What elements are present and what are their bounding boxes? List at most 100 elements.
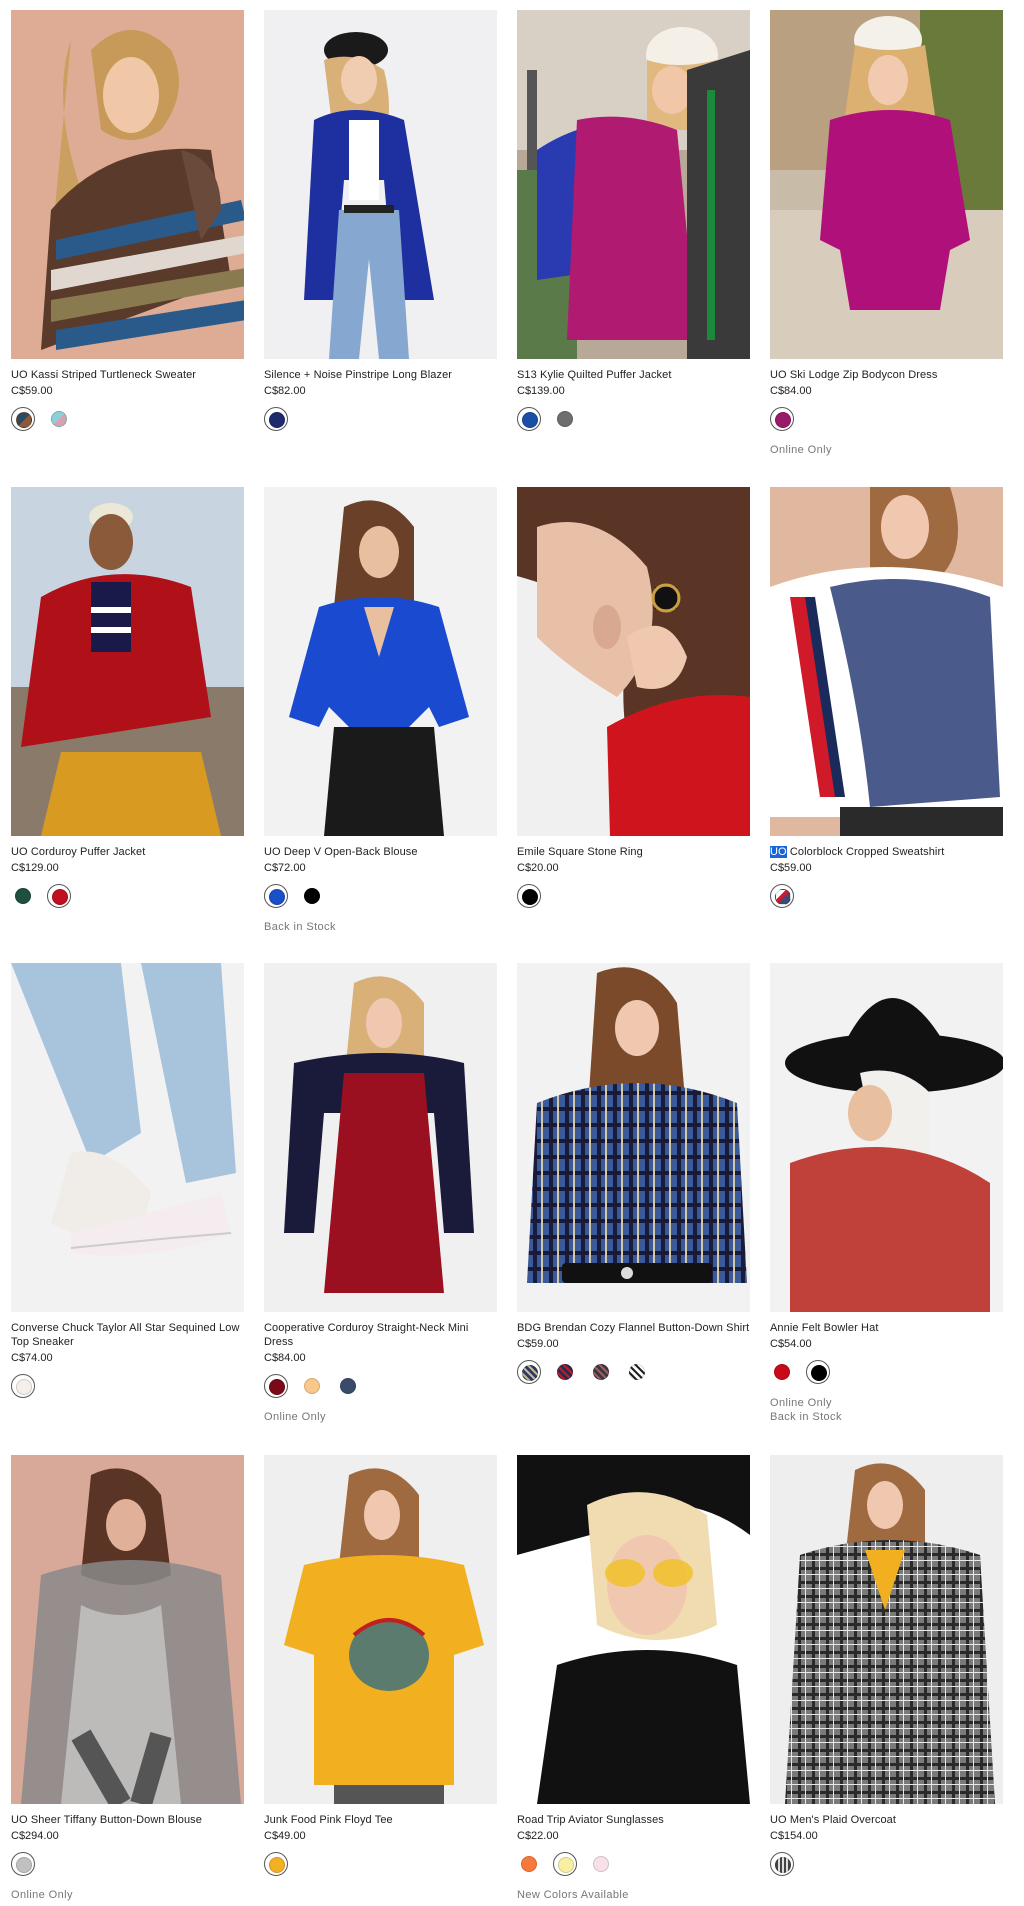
product-name[interactable]: UO Colorblock Cropped Sweatshirt	[770, 845, 1003, 859]
product-card[interactable]: Annie Felt Bowler Hat C$54.00 Online Onl…	[770, 963, 1003, 1424]
color-swatch[interactable]	[300, 1374, 324, 1398]
product-card[interactable]: Converse Chuck Taylor All Star Sequined …	[11, 963, 244, 1398]
color-swatches	[264, 884, 497, 908]
product-image[interactable]	[770, 10, 1003, 359]
product-grid: UO Kassi Striped Turtleneck Sweater C$59…	[0, 0, 1024, 1906]
product-name[interactable]: UO Kassi Striped Turtleneck Sweater	[11, 368, 244, 382]
color-swatch[interactable]	[770, 884, 794, 908]
color-swatches	[517, 884, 750, 908]
product-price: C$84.00	[264, 1352, 306, 1364]
color-swatch[interactable]	[517, 1360, 541, 1384]
product-price: C$154.00	[770, 1830, 818, 1842]
product-name[interactable]: Road Trip Aviator Sunglasses	[517, 1813, 750, 1827]
color-swatch[interactable]	[806, 1360, 830, 1384]
product-image[interactable]	[517, 963, 750, 1312]
color-swatch[interactable]	[11, 407, 35, 431]
color-swatch[interactable]	[517, 884, 541, 908]
product-card[interactable]: UO Men's Plaid Overcoat C$154.00	[770, 1455, 1003, 1876]
color-swatch[interactable]	[300, 884, 324, 908]
color-swatch[interactable]	[517, 407, 541, 431]
product-name[interactable]: Silence + Noise Pinstripe Long Blazer	[264, 368, 497, 382]
product-image[interactable]	[770, 963, 1003, 1312]
product-card[interactable]: BDG Brendan Cozy Flannel Button-Down Shi…	[517, 963, 750, 1384]
product-name[interactable]: Converse Chuck Taylor All Star Sequined …	[11, 1321, 244, 1349]
color-swatch[interactable]	[770, 1852, 794, 1876]
product-photo	[11, 10, 244, 359]
product-name[interactable]: UO Deep V Open-Back Blouse	[264, 845, 497, 859]
product-card[interactable]: UO Corduroy Puffer Jacket C$129.00	[11, 487, 244, 908]
color-swatch[interactable]	[589, 1852, 613, 1876]
product-price: C$74.00	[11, 1352, 53, 1364]
color-swatch[interactable]	[770, 407, 794, 431]
product-image[interactable]	[517, 487, 750, 836]
product-price: C$129.00	[11, 862, 59, 874]
product-card[interactable]: UO Sheer Tiffany Button-Down Blouse C$29…	[11, 1455, 244, 1902]
product-price: C$49.00	[264, 1830, 306, 1842]
product-photo	[517, 487, 750, 836]
product-name[interactable]: UO Sheer Tiffany Button-Down Blouse	[11, 1813, 244, 1827]
color-swatch[interactable]	[11, 884, 35, 908]
color-swatch[interactable]	[553, 1360, 577, 1384]
availability-note: Online Only	[770, 444, 832, 456]
color-swatches	[517, 1852, 750, 1876]
product-card[interactable]: UO Colorblock Cropped Sweatshirt C$59.00	[770, 487, 1003, 908]
product-card[interactable]: Junk Food Pink Floyd Tee C$49.00	[264, 1455, 497, 1876]
product-image[interactable]	[264, 963, 497, 1312]
product-card[interactable]: UO Deep V Open-Back Blouse C$72.00 Back …	[264, 487, 497, 934]
product-card[interactable]: Silence + Noise Pinstripe Long Blazer C$…	[264, 10, 497, 431]
color-swatches	[11, 884, 244, 908]
product-image[interactable]	[11, 10, 244, 359]
product-photo	[517, 1455, 750, 1804]
product-photo	[770, 10, 1003, 359]
color-swatch[interactable]	[11, 1374, 35, 1398]
product-name[interactable]: Junk Food Pink Floyd Tee	[264, 1813, 497, 1827]
color-swatch[interactable]	[11, 1852, 35, 1876]
color-swatch[interactable]	[264, 1374, 288, 1398]
color-swatches	[11, 1374, 244, 1398]
product-card[interactable]: S13 Kylie Quilted Puffer Jacket C$139.00	[517, 10, 750, 431]
product-name[interactable]: BDG Brendan Cozy Flannel Button-Down Shi…	[517, 1321, 750, 1335]
product-image[interactable]	[264, 1455, 497, 1804]
product-price: C$22.00	[517, 1830, 559, 1842]
color-swatch[interactable]	[336, 1374, 360, 1398]
product-name[interactable]: S13 Kylie Quilted Puffer Jacket	[517, 368, 750, 382]
product-image[interactable]	[517, 10, 750, 359]
color-swatch[interactable]	[47, 884, 71, 908]
product-image[interactable]	[11, 487, 244, 836]
color-swatch[interactable]	[770, 1360, 794, 1384]
product-price: C$54.00	[770, 1338, 812, 1350]
color-swatches	[770, 407, 1003, 431]
color-swatch[interactable]	[264, 407, 288, 431]
color-swatches	[770, 1852, 1003, 1876]
product-card[interactable]: Emile Square Stone Ring C$20.00	[517, 487, 750, 908]
color-swatch[interactable]	[625, 1360, 649, 1384]
product-image[interactable]	[770, 487, 1003, 836]
product-image[interactable]	[264, 10, 497, 359]
product-name[interactable]: UO Ski Lodge Zip Bodycon Dress	[770, 368, 1003, 382]
product-image[interactable]	[770, 1455, 1003, 1804]
color-swatch[interactable]	[264, 1852, 288, 1876]
product-name[interactable]: UO Corduroy Puffer Jacket	[11, 845, 244, 859]
product-name[interactable]: Cooperative Corduroy Straight-Neck Mini …	[264, 1321, 497, 1349]
color-swatch[interactable]	[589, 1360, 613, 1384]
product-card[interactable]: UO Kassi Striped Turtleneck Sweater C$59…	[11, 10, 244, 431]
product-image[interactable]	[11, 1455, 244, 1804]
color-swatch[interactable]	[553, 1852, 577, 1876]
color-swatches	[11, 1852, 244, 1876]
color-swatch[interactable]	[264, 884, 288, 908]
product-name[interactable]: Emile Square Stone Ring	[517, 845, 750, 859]
product-card[interactable]: UO Ski Lodge Zip Bodycon Dress C$84.00 O…	[770, 10, 1003, 457]
product-card[interactable]: Cooperative Corduroy Straight-Neck Mini …	[264, 963, 497, 1424]
product-name[interactable]: Annie Felt Bowler Hat	[770, 1321, 1003, 1335]
product-image[interactable]	[11, 963, 244, 1312]
product-card[interactable]: Road Trip Aviator Sunglasses C$22.00 New…	[517, 1455, 750, 1902]
color-swatch[interactable]	[47, 407, 71, 431]
product-name[interactable]: UO Men's Plaid Overcoat	[770, 1813, 1003, 1827]
color-swatches	[517, 407, 750, 431]
product-photo	[264, 1455, 497, 1804]
color-swatch[interactable]	[553, 407, 577, 431]
product-image[interactable]	[517, 1455, 750, 1804]
product-image[interactable]	[264, 487, 497, 836]
product-photo	[770, 963, 1003, 1312]
color-swatch[interactable]	[517, 1852, 541, 1876]
